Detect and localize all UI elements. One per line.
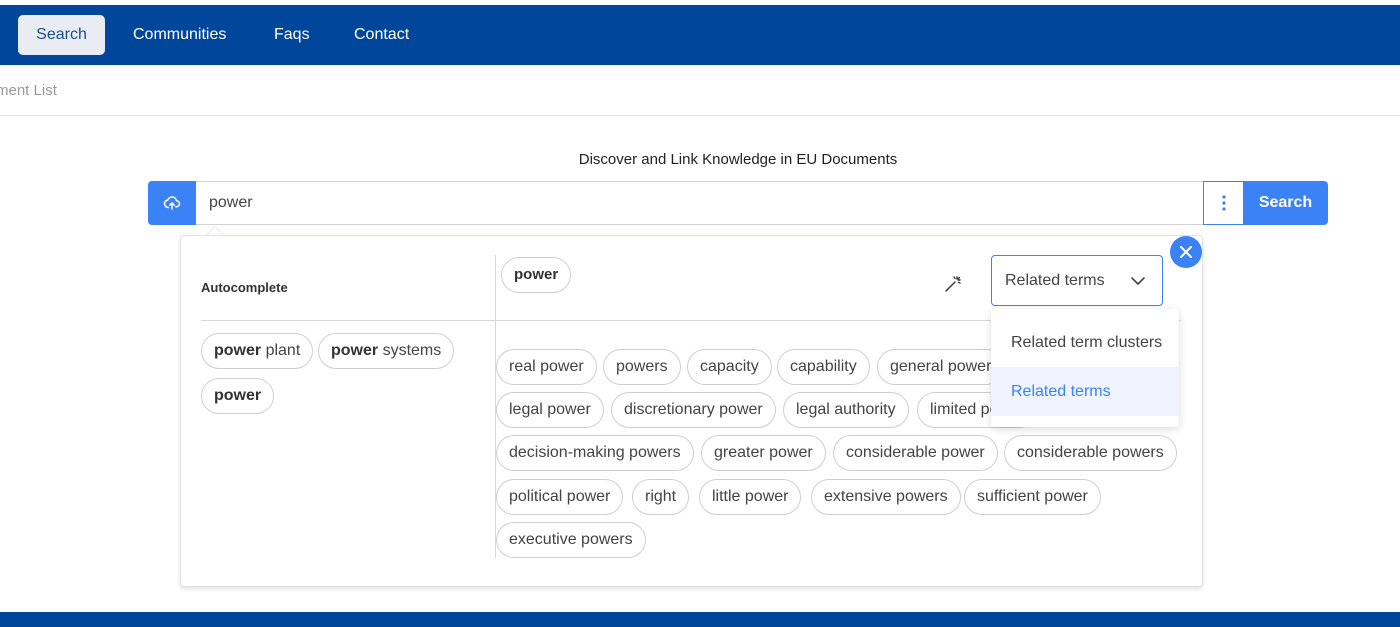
term-mode-value: Related terms (1005, 272, 1105, 289)
related-term-chip[interactable]: general power (877, 349, 1005, 385)
related-term-chip[interactable]: political power (496, 479, 624, 515)
related-term-chip[interactable]: right (632, 479, 690, 515)
breadcrumb[interactable]: ment List (0, 82, 57, 99)
autocomplete-suggestion[interactable]: power (201, 378, 275, 414)
related-term-chip[interactable]: considerable power (833, 435, 998, 471)
nav-search[interactable]: Search (18, 15, 105, 55)
related-term-chip[interactable]: considerable powers (1004, 435, 1177, 471)
related-term-chip[interactable]: capacity (687, 349, 772, 385)
suggestion-match: power (331, 342, 379, 359)
kebab-icon (1221, 195, 1226, 211)
related-term-chip[interactable]: greater power (701, 435, 826, 471)
related-term-chip[interactable]: capability (777, 349, 870, 385)
option-related-term-clusters[interactable]: Related term clusters (991, 318, 1179, 367)
related-term-chip[interactable]: extensive powers (811, 479, 961, 515)
more-options-button[interactable] (1203, 181, 1244, 225)
cloud-upload-icon (163, 196, 181, 210)
related-term-chip[interactable]: little power (699, 479, 802, 515)
term-mode-select[interactable]: Related terms (991, 255, 1163, 306)
term-mode-dropdown: Related term clusters Related terms (991, 309, 1179, 427)
selected-term-chip[interactable]: power (501, 257, 572, 293)
related-term-chip[interactable]: legal authority (783, 392, 909, 428)
autocomplete-suggestion[interactable]: power plant (201, 333, 314, 369)
search-input[interactable] (196, 181, 1204, 225)
suggestion-match: power (214, 342, 262, 359)
close-icon (1180, 246, 1192, 258)
navbar: Search Communities Faqs Contact (0, 5, 1400, 65)
autocomplete-suggestion[interactable]: power systems (318, 333, 455, 369)
chevron-down-icon (1131, 277, 1145, 285)
related-term-chip[interactable]: discretionary power (611, 392, 776, 428)
nav-contact[interactable]: Contact (334, 15, 429, 55)
suggestion-rest: systems (378, 342, 442, 359)
nav-communities[interactable]: Communities (113, 15, 246, 55)
close-panel-button[interactable] (1170, 236, 1202, 268)
related-term-chip[interactable]: executive powers (496, 522, 646, 558)
footer (0, 612, 1400, 627)
related-term-chip[interactable]: legal power (496, 392, 604, 428)
suggestion-match: power (214, 387, 262, 404)
related-term-chip[interactable]: sufficient power (964, 479, 1101, 515)
nav-faqs[interactable]: Faqs (254, 15, 330, 55)
autocomplete-heading: Autocomplete (201, 280, 288, 295)
suggestion-rest: plant (261, 342, 301, 359)
option-related-terms[interactable]: Related terms (991, 367, 1179, 416)
related-term-chip[interactable]: real power (496, 349, 597, 385)
page-title: Discover and Link Knowledge in EU Docume… (578, 151, 898, 168)
breadcrumb-bar: ment List (0, 65, 1400, 116)
search-button[interactable]: Search (1243, 181, 1328, 225)
related-term-chip[interactable]: powers (603, 349, 681, 385)
upload-button[interactable] (148, 181, 196, 225)
magic-wand-icon[interactable] (943, 274, 963, 294)
related-term-chip[interactable]: decision-making powers (496, 435, 694, 471)
